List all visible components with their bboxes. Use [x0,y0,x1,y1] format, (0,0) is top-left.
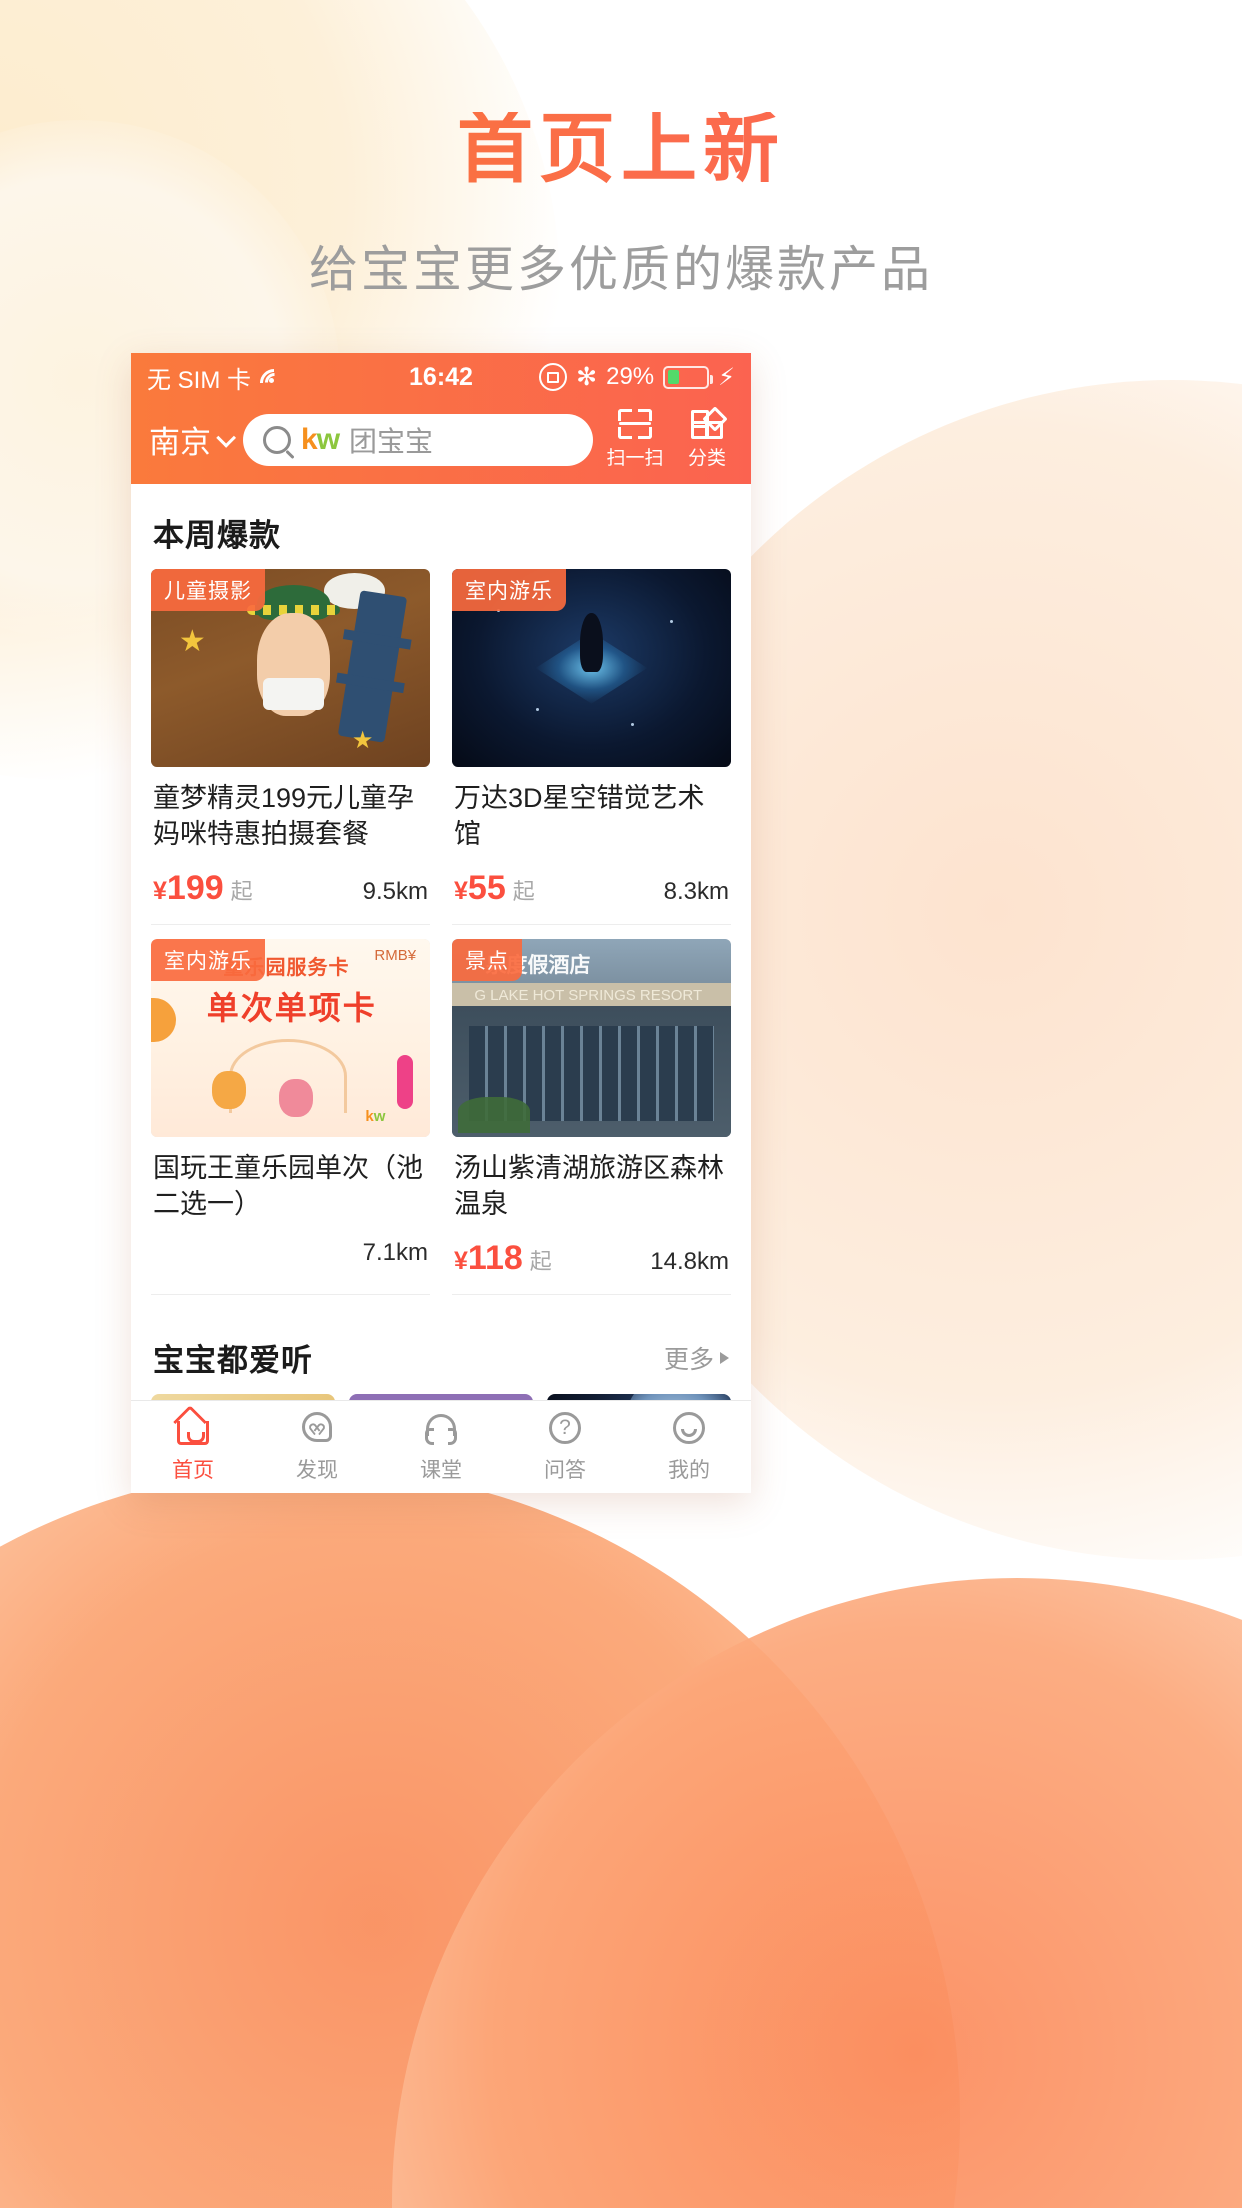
search-input[interactable]: kw 团宝宝 [243,413,593,466]
category-badge: 室内游乐 [452,569,566,611]
tab-qa[interactable]: ? 问答 [503,1411,627,1484]
status-bar-left: 无 SIM 卡 [147,360,294,403]
home-icon [173,1404,212,1447]
product-card[interactable]: 泉度假酒店 G LAKE HOT SPRINGS RESORT 景点 汤山紫清湖… [452,939,731,1295]
promo-subtitle: 给宝宝更多优质的爆款产品 [308,243,933,297]
product-card[interactable]: 室内游乐 万达3D星空错觉艺术馆 ¥55 起 8.3km [452,569,731,925]
tab-home[interactable]: 首页 [131,1404,255,1484]
bluetooth-icon: ✻ [576,362,598,391]
rotation-lock-icon [539,363,568,391]
phone-screenshot: 无 SIM 卡 16:42 ✻ 29% ⚡ 南京 kw 团宝宝 扫一扫 分类 本… [131,353,751,1493]
promo-title: 首页上新 [0,112,1242,188]
poster-kw-logo: kw [365,1108,386,1126]
more-label: 更多 [663,1345,714,1374]
kw-logo-k: k [301,422,318,456]
search-placeholder: 团宝宝 [349,425,434,457]
discover-icon [298,1411,336,1447]
product-meta-row: ¥199 起 9.5km [153,869,428,908]
product-distance: 14.8km [650,1248,729,1275]
category-badge: 景点 [452,939,522,981]
product-title: 童梦精灵199元儿童孕妈咪特惠拍摄套餐 [153,783,415,849]
chevron-down-icon [216,427,237,448]
tab-label: 发现 [296,1458,338,1482]
category-button[interactable]: 分类 [677,406,737,470]
product-title: 万达3D星空错觉艺术馆 [454,783,705,849]
kw-brand-logo: kw [301,422,340,457]
bottom-tab-bar: 首页 发现 课堂 ? 问答 我的 [131,1400,751,1493]
app-content: 本周爆款 ★★ 儿童摄影 童梦精灵199元儿童孕妈咪特惠拍摄套餐 ¥199 起 [131,484,751,1438]
more-button[interactable]: 更多 [664,1340,729,1376]
category-grid-icon [691,406,728,439]
product-thumbnail[interactable]: ★ ★ 儿童摄影 [151,569,430,767]
price-suffix: 起 [529,1249,552,1274]
city-label: 南京 [149,425,211,460]
product-price: ¥55 [454,869,506,907]
status-bar: 无 SIM 卡 16:42 ✻ 29% ⚡ [131,353,751,403]
section-title: 宝宝都爱听 [153,1343,313,1378]
product-card[interactable]: RMB¥ 童乐园服务卡 单次单项卡 kw 室内游乐 国玩王童乐园单次（池二选一）… [151,939,430,1295]
product-meta-row: ¥55 起 8.3km [454,869,729,908]
tab-discover[interactable]: 发现 [255,1411,379,1484]
product-distance: 8.3km [663,878,729,905]
product-title: 汤山紫清湖旅游区森林温泉 [454,1153,724,1219]
poster-rmb-label: RMB¥ [374,946,417,964]
section-header-weekly: 本周爆款 [131,484,751,569]
battery-icon [663,365,714,389]
product-thumbnail[interactable]: 泉度假酒店 G LAKE HOT SPRINGS RESORT 景点 [452,939,731,1137]
price-suffix: 起 [230,879,253,904]
poster-line2: 单次单项卡 [206,989,377,1026]
tab-classroom[interactable]: 课堂 [379,1411,503,1484]
app-header: 南京 kw 团宝宝 扫一扫 分类 [131,401,751,484]
scan-button[interactable]: 扫一扫 [605,409,665,470]
section-header-listening: 宝宝都爱听 更多 [131,1309,751,1394]
product-title: 国玩王童乐园单次（池二选一） [153,1153,423,1219]
question-icon: ? [546,1411,584,1447]
category-badge: 室内游乐 [151,939,265,981]
status-bar-right: ✻ 29% ⚡ [539,363,735,392]
smiley-icon [670,1411,708,1447]
battery-percent-label: 29% [606,363,655,390]
photo-text-en: G LAKE HOT SPRINGS RESORT [474,986,703,1004]
kw-logo-w: w [316,422,340,456]
tab-label: 问答 [544,1458,586,1482]
tab-label: 首页 [172,1458,214,1482]
product-meta-row: 7.1km [153,1239,428,1267]
product-distance: 9.5km [362,878,428,905]
product-grid: ★ ★ 儿童摄影 童梦精灵199元儿童孕妈咪特惠拍摄套餐 ¥199 起 9.5km [131,569,751,1309]
carrier-label: 无 SIM 卡 [147,366,252,394]
scan-icon [618,409,652,439]
search-icon [263,425,291,454]
price-suffix: 起 [512,879,535,904]
headphones-icon [422,1411,460,1447]
product-price: ¥118 [454,1239,523,1277]
product-distance: 7.1km [362,1239,428,1266]
promo-header: 首页上新 给宝宝更多优质的爆款产品 [0,0,1242,301]
product-meta-row: ¥118 起 14.8km [454,1239,729,1278]
lightning-bolt-icon: ⚡ [718,363,735,391]
section-title: 本周爆款 [153,518,281,553]
tab-mine[interactable]: 我的 [627,1411,751,1484]
product-price: ¥199 [153,869,224,907]
product-thumbnail[interactable]: 室内游乐 [452,569,731,767]
tab-label: 我的 [668,1458,710,1482]
product-thumbnail[interactable]: RMB¥ 童乐园服务卡 单次单项卡 kw 室内游乐 [151,939,430,1137]
category-badge: 儿童摄影 [151,569,265,611]
chevron-right-icon [720,1351,729,1364]
product-card[interactable]: ★ ★ 儿童摄影 童梦精灵199元儿童孕妈咪特惠拍摄套餐 ¥199 起 9.5km [151,569,430,925]
wifi-icon [254,362,294,403]
city-selector[interactable]: 南京 [149,417,237,462]
tab-label: 课堂 [420,1458,462,1482]
category-label: 分类 [687,448,726,469]
scan-label: 扫一扫 [606,448,664,469]
